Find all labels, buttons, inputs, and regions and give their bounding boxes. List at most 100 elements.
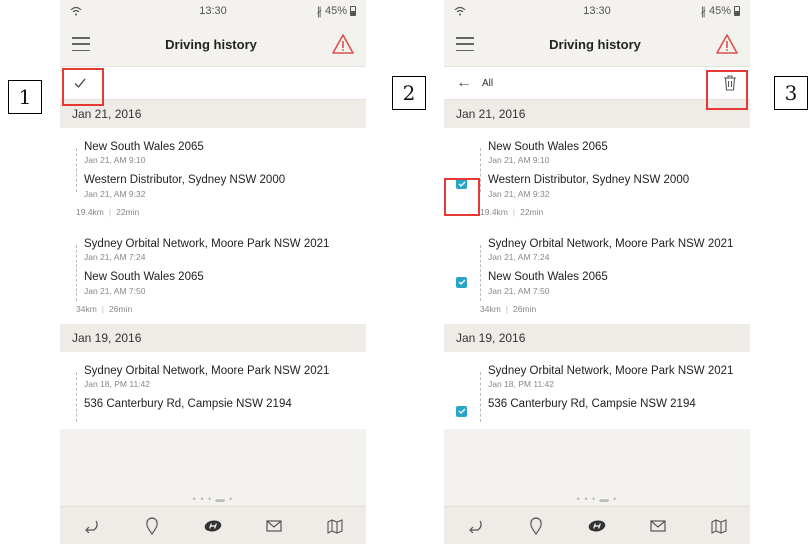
trip-distance: 19.4km bbox=[76, 206, 104, 217]
trip-item[interactable]: New South Wales 2065 Jan 21, AM 9:10 Wes… bbox=[60, 134, 366, 223]
trip-destination: Western Distributor, Sydney NSW 2000 bbox=[488, 174, 690, 187]
trip-list: Sydney Orbital Network, Moore Park NSW 2… bbox=[60, 351, 366, 430]
trip-duration: 26min bbox=[109, 303, 133, 314]
route-line bbox=[480, 371, 481, 422]
back-arrow-icon[interactable] bbox=[465, 517, 485, 535]
trip-item[interactable]: Sydney Orbital Network, Moore Park NSW 2… bbox=[60, 231, 366, 320]
trip-checkbox[interactable] bbox=[456, 405, 467, 417]
trip-destination: 536 Canterbury Rd, Campsie NSW 2194 bbox=[488, 397, 696, 410]
hyundai-logo-icon[interactable] bbox=[203, 517, 223, 535]
highlight-check-button bbox=[62, 68, 104, 106]
trip-item[interactable]: Sydney Orbital Network, Moore Park NSW 2… bbox=[444, 231, 750, 320]
app-header: Driving history bbox=[444, 22, 750, 66]
route-line bbox=[76, 148, 77, 192]
trip-origin-time: Jan 21, AM 9:10 bbox=[488, 155, 550, 166]
trip-origin: New South Wales 2065 bbox=[488, 141, 608, 153]
hamburger-menu-icon[interactable] bbox=[72, 37, 90, 51]
trip-origin: Sydney Orbital Network, Moore Park NSW 2… bbox=[84, 237, 330, 250]
trip-item[interactable]: New South Wales 2065 Jan 21, AM 9:10 Wes… bbox=[444, 134, 750, 223]
trip-distance: 34km bbox=[76, 303, 97, 314]
date-header: Jan 19, 2016 bbox=[60, 323, 366, 352]
status-bar: 13:30 ∦ 45% bbox=[60, 0, 366, 22]
route-line bbox=[76, 244, 77, 301]
hamburger-menu-icon[interactable] bbox=[456, 37, 474, 51]
date-header: Jan 21, 2016 bbox=[60, 100, 366, 128]
trip-destination: New South Wales 2065 bbox=[488, 271, 608, 284]
edit-toolbar bbox=[60, 66, 366, 100]
battery-level: 45% bbox=[708, 5, 731, 17]
trip-origin: New South Wales 2065 bbox=[84, 141, 204, 153]
trip-list: New South Wales 2065 Jan 21, AM 9:10 Wes… bbox=[444, 128, 750, 324]
mail-icon[interactable] bbox=[648, 517, 668, 535]
trip-meta: 19.4km | 22min bbox=[480, 206, 544, 217]
callout-3: 3 bbox=[774, 76, 808, 110]
trip-origin: Sydney Orbital Network, Moore Park NSW 2… bbox=[488, 237, 734, 250]
select-all-label[interactable]: All bbox=[482, 78, 493, 89]
trip-item[interactable]: Sydney Orbital Network, Moore Park NSW 2… bbox=[60, 358, 366, 426]
back-arrow-icon[interactable]: ← bbox=[456, 74, 472, 92]
trip-duration: 22min bbox=[116, 206, 140, 217]
date-header: Jan 19, 2016 bbox=[444, 323, 750, 352]
battery-icon bbox=[734, 6, 740, 16]
trip-origin: Sydney Orbital Network, Moore Park NSW 2… bbox=[84, 364, 330, 377]
trip-destination: Western Distributor, Sydney NSW 2000 bbox=[84, 174, 286, 187]
map-icon[interactable] bbox=[709, 517, 729, 535]
trip-duration: 26min bbox=[513, 303, 537, 314]
battery-level: 45% bbox=[324, 5, 347, 17]
trip-origin: Sydney Orbital Network, Moore Park NSW 2… bbox=[488, 364, 734, 377]
hyundai-logo-icon[interactable] bbox=[587, 517, 607, 535]
location-pin-icon[interactable] bbox=[142, 516, 162, 535]
mail-icon[interactable] bbox=[264, 517, 284, 535]
bluetooth-icon: ∦ bbox=[700, 5, 706, 18]
trip-destination-time: Jan 21, AM 9:32 bbox=[84, 188, 146, 199]
trip-origin-time: Jan 21, AM 9:10 bbox=[84, 155, 146, 166]
map-icon[interactable] bbox=[325, 517, 345, 535]
trip-origin-time: Jan 21, AM 7:24 bbox=[488, 252, 550, 263]
date-header: Jan 21, 2016 bbox=[444, 100, 750, 128]
location-pin-icon[interactable] bbox=[526, 516, 546, 535]
trip-origin-time: Jan 21, AM 7:24 bbox=[84, 252, 146, 263]
trip-destination-time: Jan 21, AM 7:50 bbox=[488, 285, 550, 296]
trip-checkbox[interactable] bbox=[456, 276, 467, 288]
wifi-icon bbox=[454, 6, 466, 16]
scroll-indicator: • • • ▬ • bbox=[192, 494, 234, 504]
back-arrow-icon[interactable] bbox=[81, 517, 101, 535]
trip-item[interactable]: Sydney Orbital Network, Moore Park NSW 2… bbox=[444, 358, 750, 426]
edit-toolbar: ← All bbox=[444, 66, 750, 100]
trip-origin-time: Jan 18, PM 11:42 bbox=[488, 378, 554, 389]
wifi-icon bbox=[70, 6, 82, 16]
trip-origin-time: Jan 18, PM 11:42 bbox=[84, 378, 150, 389]
highlight-trash-button bbox=[706, 70, 748, 110]
trip-meta: 34km | 26min bbox=[76, 303, 133, 314]
trip-meta: 19.4km | 22min bbox=[76, 206, 140, 217]
scroll-indicator: • • • ▬ • bbox=[576, 494, 618, 504]
trip-destination: 536 Canterbury Rd, Campsie NSW 2194 bbox=[84, 397, 292, 410]
route-line bbox=[76, 371, 77, 422]
trip-list: New South Wales 2065 Jan 21, AM 9:10 Wes… bbox=[60, 128, 366, 324]
route-line bbox=[480, 244, 481, 301]
callout-1: 1 bbox=[8, 80, 42, 114]
phone-screen-edit: 13:30 ∦ 45% Driving history ← All Jan 21… bbox=[444, 0, 750, 544]
highlight-trip-checkbox bbox=[444, 178, 480, 216]
page-title: Driving history bbox=[165, 36, 257, 52]
callout-2: 2 bbox=[392, 76, 426, 110]
bluetooth-icon: ∦ bbox=[316, 5, 322, 18]
warning-icon[interactable] bbox=[332, 34, 354, 54]
status-time: 13:30 bbox=[199, 5, 227, 17]
trip-duration: 22min bbox=[520, 206, 544, 217]
page-title: Driving history bbox=[549, 36, 641, 52]
app-header: Driving history bbox=[60, 22, 366, 66]
phone-screen-normal: 13:30 ∦ 45% Driving history Jan 21, 2016… bbox=[60, 0, 366, 544]
trip-list: Sydney Orbital Network, Moore Park NSW 2… bbox=[444, 351, 750, 430]
bottom-nav bbox=[444, 506, 750, 544]
status-bar: 13:30 ∦ 45% bbox=[444, 0, 750, 22]
trip-distance: 34km bbox=[480, 303, 501, 314]
warning-icon[interactable] bbox=[716, 34, 738, 54]
battery-icon bbox=[350, 6, 356, 16]
trip-destination-time: Jan 21, AM 7:50 bbox=[84, 285, 146, 296]
trip-destination-time: Jan 21, AM 9:32 bbox=[488, 188, 550, 199]
route-line bbox=[480, 148, 481, 192]
trip-meta: 34km | 26min bbox=[480, 303, 537, 314]
trip-destination: New South Wales 2065 bbox=[84, 271, 204, 284]
bottom-nav bbox=[60, 506, 366, 544]
